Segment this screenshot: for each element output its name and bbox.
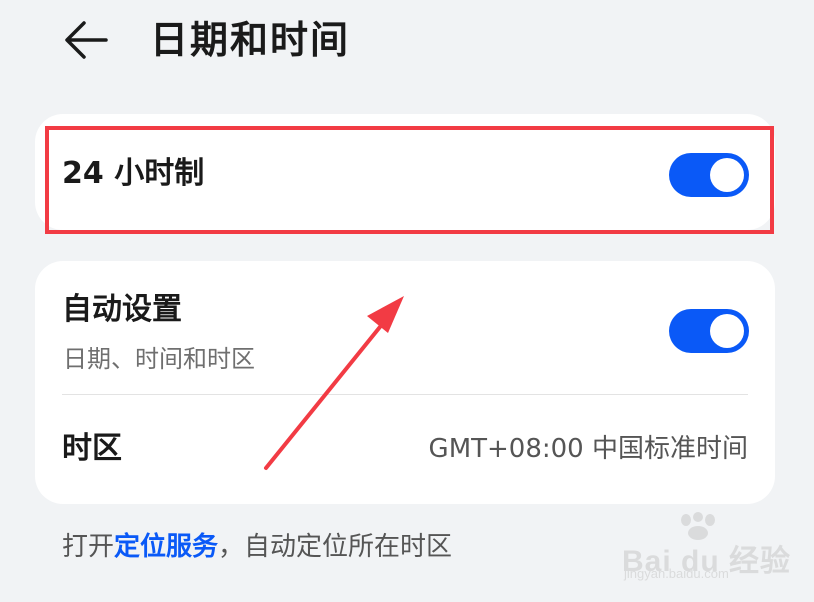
divider bbox=[62, 394, 748, 395]
auto-set-label: 自动设置 bbox=[62, 292, 182, 327]
location-service-link[interactable]: 定位服务 bbox=[114, 532, 218, 562]
toggle-knob bbox=[710, 314, 744, 348]
toggle-knob bbox=[710, 158, 744, 192]
app-header: 日期和时间 bbox=[0, 0, 814, 90]
timezone-label[interactable]: 时区 bbox=[62, 430, 122, 468]
footer-suffix: ，自动定位所在时区 bbox=[218, 532, 453, 562]
footer-note: 打开定位服务，自动定位所在时区 bbox=[62, 530, 452, 564]
hour24-label: 24 小时制 bbox=[62, 156, 205, 191]
page-title: 日期和时间 bbox=[150, 18, 351, 62]
baidu-watermark: Bai du 经验 jingyan.baidu.com bbox=[622, 510, 790, 582]
hour24-card: 24 小时制 bbox=[35, 114, 775, 230]
auto-set-subtitle: 日期、时间和时区 bbox=[63, 345, 255, 373]
timezone-value[interactable]: GMT+08:00 中国标准时间 bbox=[429, 432, 748, 466]
footer-prefix: 打开 bbox=[62, 532, 115, 562]
hour24-toggle[interactable] bbox=[669, 153, 749, 197]
arrow-left-icon bbox=[65, 21, 108, 59]
watermark-url: jingyan.baidu.com bbox=[624, 566, 729, 581]
auto-settings-card: 自动设置 日期、时间和时区 bbox=[35, 261, 775, 504]
back-button[interactable] bbox=[58, 14, 114, 66]
auto-set-toggle[interactable] bbox=[669, 309, 749, 353]
